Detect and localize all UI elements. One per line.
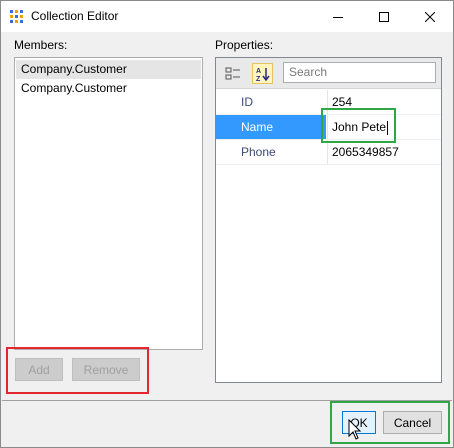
property-grid: A Z Search ID 254 Name John Pete Phone 2…	[215, 57, 442, 383]
footer-separator	[2, 400, 452, 401]
alphabetical-sort-icon: A Z	[256, 67, 270, 82]
members-label: Members:	[14, 38, 68, 52]
name-value-text[interactable]: John Pete	[332, 120, 386, 134]
text-caret	[387, 120, 389, 135]
members-list[interactable]: Company.Customer Company.Customer	[14, 57, 203, 350]
list-item[interactable]: Company.Customer	[16, 60, 201, 79]
mouse-pointer-icon	[348, 419, 362, 440]
collection-editor-window: Collection Editor Members: Company.Custo…	[0, 0, 454, 448]
add-button[interactable]: Add	[15, 358, 63, 381]
close-button[interactable]	[407, 1, 453, 32]
property-value[interactable]: 2065349857	[327, 140, 441, 164]
categorized-button[interactable]	[222, 63, 243, 84]
property-row-id[interactable]: ID 254	[216, 90, 441, 115]
minimize-icon	[333, 16, 343, 18]
property-row-name[interactable]: Name John Pete	[216, 115, 441, 140]
window-title: Collection Editor	[31, 9, 119, 23]
property-value[interactable]: 254	[327, 90, 441, 114]
property-name: Name	[216, 115, 326, 139]
collection-editor-icon	[10, 10, 23, 23]
categorized-icon	[225, 67, 240, 79]
svg-text:A: A	[256, 68, 261, 75]
title-bar: Collection Editor	[1, 1, 453, 32]
maximize-button[interactable]	[361, 1, 407, 32]
remove-button[interactable]: Remove	[72, 358, 140, 381]
dialog-content: Members: Company.Customer Company.Custom…	[1, 32, 453, 447]
property-search-input[interactable]: Search	[283, 62, 436, 83]
minimize-button[interactable]	[315, 1, 361, 32]
svg-text:Z: Z	[256, 76, 261, 82]
property-grid-toolbar: A Z Search	[216, 58, 441, 89]
alphabetical-sort-button[interactable]: A Z	[252, 63, 273, 84]
close-icon	[425, 11, 435, 22]
properties-label: Properties:	[215, 38, 274, 52]
property-name: Phone	[241, 145, 276, 159]
cancel-button[interactable]: Cancel	[383, 411, 442, 434]
property-value-editor[interactable]: John Pete	[327, 115, 441, 139]
property-row-phone[interactable]: Phone 2065349857	[216, 140, 441, 165]
property-name: ID	[241, 95, 253, 109]
maximize-icon	[379, 11, 389, 22]
list-item[interactable]: Company.Customer	[16, 79, 201, 98]
